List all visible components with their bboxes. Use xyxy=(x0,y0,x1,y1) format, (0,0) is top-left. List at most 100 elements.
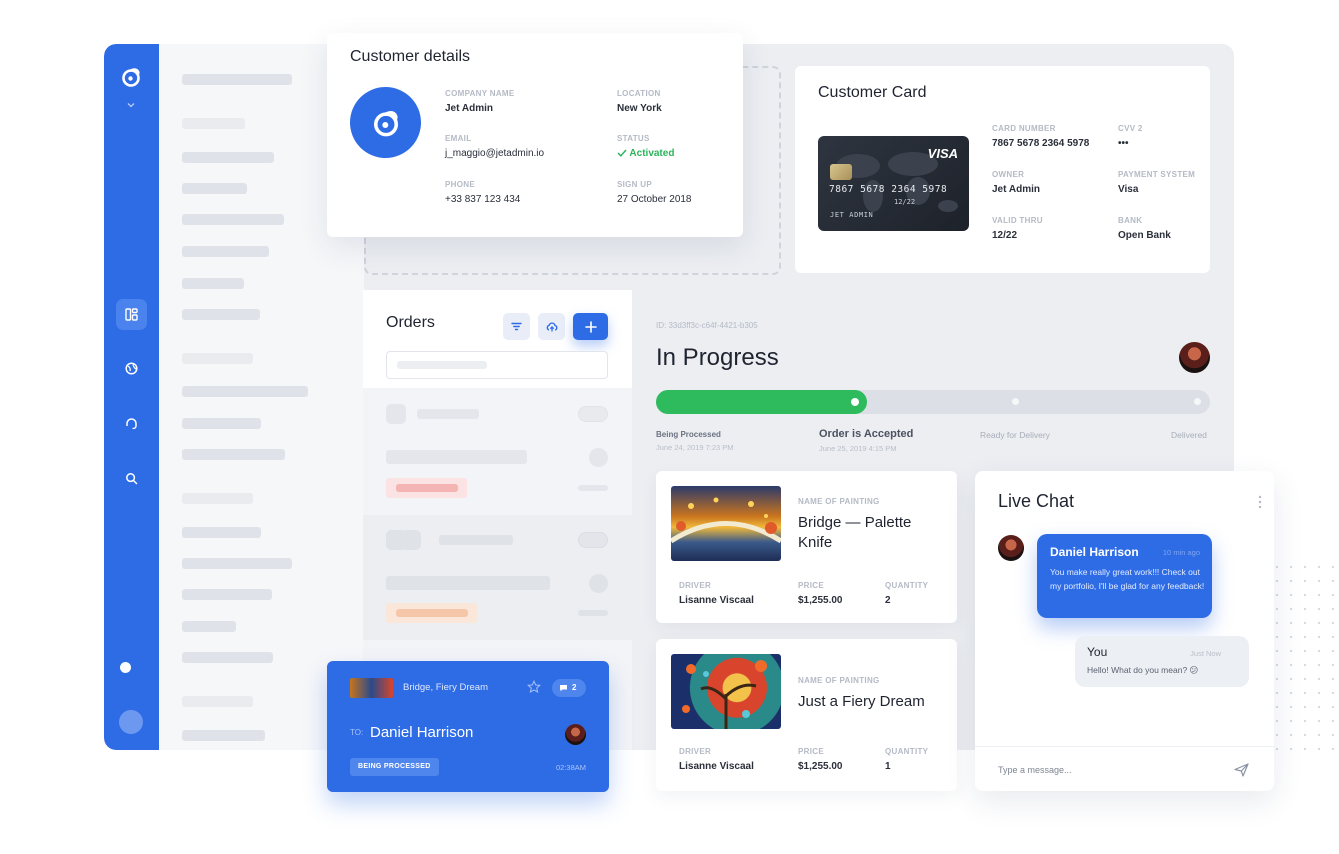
skeleton-line xyxy=(578,485,608,491)
order-notification-card[interactable]: Bridge, Fiery Dream 2 TO: Daniel Harriso… xyxy=(327,661,609,792)
status-value: Activated xyxy=(617,148,674,159)
more-options-icon[interactable] xyxy=(1258,495,1262,509)
comment-count: 2 xyxy=(572,683,577,692)
message-time: Just Now xyxy=(1190,649,1221,658)
nav-support[interactable] xyxy=(116,408,147,439)
step-label: Being Processed xyxy=(656,430,721,439)
skeleton-dot xyxy=(589,574,608,593)
painting-name-field: NAME OF PAINTING Just a Fiery Dream xyxy=(798,676,938,712)
field-value: New York xyxy=(617,103,662,114)
field-label: CVV 2 xyxy=(1118,124,1143,133)
order-progress-panel: ID: 33d3ff3c-c64f-4421-b305 In Progress … xyxy=(632,290,1234,470)
skeleton-line xyxy=(182,74,292,85)
field-value: 2 xyxy=(885,595,891,606)
field-label: PRICE xyxy=(798,581,824,590)
field-label: NAME OF PAINTING xyxy=(798,497,880,506)
skeleton-line xyxy=(182,527,261,538)
skeleton-line xyxy=(578,610,608,616)
orders-search-input[interactable] xyxy=(386,351,608,379)
payment-system-field: PAYMENT SYSTEM Visa xyxy=(1118,170,1195,195)
assignee-avatar[interactable] xyxy=(1179,342,1210,373)
painting-order-card[interactable]: NAME OF PAINTING Bridge — Palette Knife … xyxy=(656,471,957,623)
send-icon[interactable] xyxy=(1234,763,1249,777)
field-label: NAME OF PAINTING xyxy=(798,676,880,685)
incoming-message: Daniel Harrison 10 min ago You make real… xyxy=(1037,534,1212,618)
field-value: +33 837 123 434 xyxy=(445,194,521,205)
user-avatar[interactable] xyxy=(119,710,143,734)
progress-knob xyxy=(851,398,859,406)
status-field: STATUS Activated xyxy=(617,134,674,159)
star-icon[interactable] xyxy=(527,680,541,694)
company-field: COMPANY NAME Jet Admin xyxy=(445,89,515,114)
field-value: 12/22 xyxy=(992,230,1018,241)
message-placeholder: Type a message... xyxy=(998,765,1072,775)
nav-search[interactable] xyxy=(116,463,147,494)
quantity-field: QUANTITY 2 xyxy=(885,581,928,606)
painting-thumbnail xyxy=(671,654,781,729)
status-text: Activated xyxy=(629,148,675,159)
progress-step-dot xyxy=(1012,398,1019,405)
skeleton-line xyxy=(439,535,513,545)
field-label: EMAIL xyxy=(445,134,472,143)
field-value: j_maggio@jetadmin.io xyxy=(445,148,545,159)
painting-name: Just a Fiery Dream xyxy=(798,693,925,710)
fiery-dream-painting-image xyxy=(682,660,767,729)
skeleton-line xyxy=(182,309,260,320)
field-label: LOCATION xyxy=(617,89,661,98)
skeleton-line xyxy=(182,418,261,429)
sender-avatar xyxy=(998,535,1024,561)
jet-admin-logo-icon[interactable] xyxy=(120,66,142,88)
phone-field: PHONE +33 837 123 434 xyxy=(445,180,520,205)
skeleton-box xyxy=(401,530,421,550)
add-order-button[interactable] xyxy=(573,313,608,340)
skeleton-line xyxy=(182,493,253,504)
step-label: Order is Accepted xyxy=(819,428,914,440)
quantity-field: QUANTITY 1 xyxy=(885,747,928,772)
field-value: $1,255.00 xyxy=(798,595,843,606)
nav-globe[interactable] xyxy=(116,353,147,384)
upload-button[interactable] xyxy=(538,313,565,340)
notification-time: 02:38AM xyxy=(555,763,586,772)
visa-logo: VISA xyxy=(927,146,958,161)
painting-order-card[interactable]: NAME OF PAINTING Just a Fiery Dream DRIV… xyxy=(656,639,957,791)
company-logo xyxy=(350,87,421,158)
field-value: ••• xyxy=(1118,138,1129,149)
progress-fill xyxy=(656,390,867,414)
field-label: STATUS xyxy=(617,134,650,143)
chevron-down-icon[interactable] xyxy=(126,100,136,110)
location-field: LOCATION New York xyxy=(617,89,662,114)
filter-icon xyxy=(511,322,522,331)
card-face-expiry: 12/22 xyxy=(894,198,916,206)
painting-name: Bridge — Palette Knife xyxy=(798,514,912,551)
recipient-name: Daniel Harrison xyxy=(370,724,474,741)
field-value: Lisanne Viscaal xyxy=(679,595,754,606)
field-label: DRIVER xyxy=(679,581,712,590)
filter-button[interactable] xyxy=(503,313,530,340)
orders-title: Orders xyxy=(386,314,435,331)
skeleton-line xyxy=(182,449,285,460)
globe-icon xyxy=(125,362,138,375)
live-chat-panel: Live Chat Daniel Harrison 10 min ago You… xyxy=(975,471,1274,791)
field-value: $1,255.00 xyxy=(798,761,843,772)
message-time: 10 min ago xyxy=(1162,548,1200,557)
card-number-field: CARD NUMBER 7867 5678 2364 5978 xyxy=(992,124,1089,149)
sender-name: You xyxy=(1087,645,1108,659)
nav-dashboard[interactable] xyxy=(116,299,147,330)
outgoing-message: You Just Now Hello! What do you mean? 😕 xyxy=(1075,636,1249,687)
comment-count-badge[interactable]: 2 xyxy=(552,679,586,697)
field-label: OWNER xyxy=(992,170,1025,179)
field-value: Open Bank xyxy=(1118,230,1171,241)
skeleton-line xyxy=(396,609,468,617)
driver-field: DRIVER Lisanne Viscaal xyxy=(679,581,754,606)
owner-field: OWNER Jet Admin xyxy=(992,170,1040,195)
skeleton-line xyxy=(182,246,269,257)
message-input[interactable]: Type a message... xyxy=(975,746,1274,791)
field-label: COMPANY NAME xyxy=(445,89,515,98)
painting-name: Bridge, Fiery Dream xyxy=(403,682,488,693)
skeleton-line xyxy=(417,409,479,419)
field-label: VALID THRU xyxy=(992,216,1043,225)
field-label: PHONE xyxy=(445,180,475,189)
skeleton-line xyxy=(182,183,247,194)
bank-field: BANK Open Bank xyxy=(1118,216,1171,241)
field-value: 7867 5678 2364 5978 xyxy=(992,138,1090,149)
